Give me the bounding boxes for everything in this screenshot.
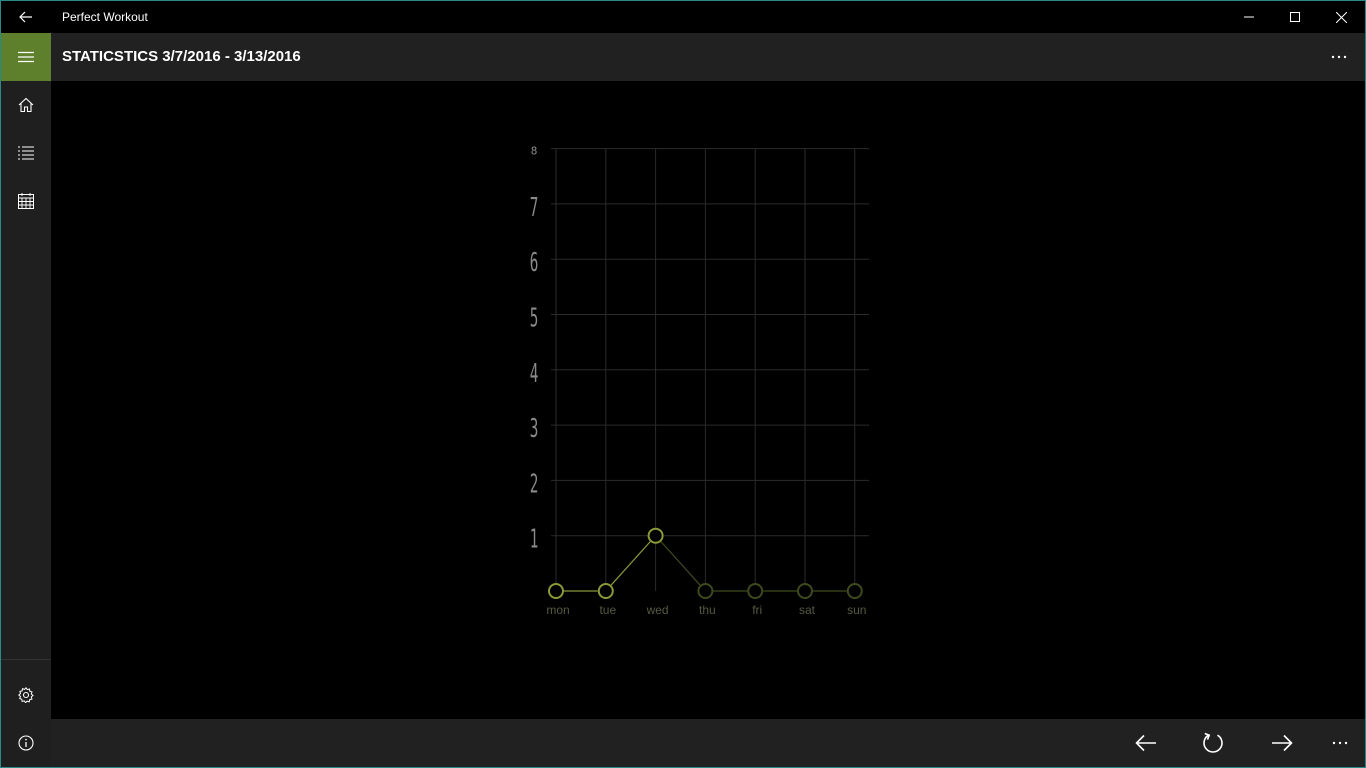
x-tick-label-mon: mon bbox=[546, 603, 569, 617]
more-icon bbox=[1331, 55, 1347, 59]
previous-week-button[interactable] bbox=[1122, 719, 1170, 767]
data-point-thu bbox=[697, 583, 714, 599]
close-button[interactable] bbox=[1318, 1, 1364, 33]
arrow-right-icon bbox=[1272, 734, 1293, 752]
data-point-wed bbox=[647, 527, 664, 544]
nav-settings-button[interactable] bbox=[1, 671, 51, 719]
bottom-more-button[interactable] bbox=[1316, 719, 1364, 767]
arrow-left-icon bbox=[1135, 734, 1156, 752]
minimize-button[interactable] bbox=[1226, 1, 1272, 33]
app-window: Perfect Workout STATICSTICS 3/7/2016 - 3… bbox=[0, 0, 1366, 768]
nav-pane bbox=[1, 33, 51, 767]
data-point-mon bbox=[548, 583, 564, 599]
arrow-left-icon bbox=[19, 11, 32, 23]
data-point-sat bbox=[797, 583, 813, 599]
home-icon bbox=[18, 97, 34, 113]
next-week-button[interactable] bbox=[1258, 719, 1306, 767]
y-tick-label: 5 bbox=[530, 303, 539, 333]
maximize-icon bbox=[1290, 12, 1300, 22]
hamburger-icon bbox=[18, 51, 34, 63]
x-tick-label-sat: sat bbox=[799, 603, 816, 617]
series-line-segment bbox=[610, 541, 651, 586]
calendar-icon bbox=[18, 193, 34, 209]
y-tick-label: 4 bbox=[530, 358, 539, 388]
y-tick-label: 7 bbox=[530, 192, 539, 222]
more-icon bbox=[1332, 741, 1348, 745]
title-bar: Perfect Workout bbox=[1, 1, 1365, 33]
page-header: STATICSTICS 3/7/2016 - 3/13/2016 bbox=[51, 33, 1365, 81]
weekly-chart: 1 2 3 4 5 6 7 8 mon tue wed thu fri sat sun bbox=[530, 145, 869, 617]
data-point-sun bbox=[846, 583, 863, 599]
page-title: STATICSTICS 3/7/2016 - 3/13/2016 bbox=[62, 48, 301, 65]
gear-icon bbox=[18, 687, 34, 703]
x-tick-label-fri: fri bbox=[752, 603, 762, 617]
series-line-segment bbox=[660, 541, 701, 586]
back-button[interactable] bbox=[1, 1, 51, 33]
content-area: 1 2 3 4 5 6 7 8 mon tue wed thu fri sat sun bbox=[51, 81, 1365, 719]
x-tick-label-sun: sun bbox=[847, 603, 866, 617]
x-tick-label-wed: wed bbox=[646, 603, 669, 617]
nav-divider bbox=[1, 659, 51, 660]
y-tick-label: 8 bbox=[531, 145, 538, 158]
nav-info-button[interactable] bbox=[1, 719, 51, 767]
nav-calendar-button[interactable] bbox=[1, 177, 51, 225]
nav-list-button[interactable] bbox=[1, 129, 51, 177]
header-more-button[interactable] bbox=[1319, 33, 1359, 81]
app-title: Perfect Workout bbox=[62, 10, 148, 24]
nav-home-button[interactable] bbox=[1, 81, 51, 129]
bottom-app-bar bbox=[51, 719, 1365, 767]
info-icon bbox=[18, 735, 34, 751]
x-tick-label-tue: tue bbox=[599, 603, 616, 617]
refresh-icon bbox=[1203, 732, 1223, 753]
maximize-button[interactable] bbox=[1272, 1, 1318, 33]
y-tick-label: 3 bbox=[530, 414, 539, 444]
hamburger-button[interactable] bbox=[1, 33, 51, 81]
data-point-tue bbox=[597, 583, 614, 599]
list-icon bbox=[18, 146, 34, 160]
refresh-button[interactable] bbox=[1189, 719, 1237, 767]
x-tick-label-thu: thu bbox=[699, 603, 716, 617]
data-point-fri bbox=[747, 583, 764, 599]
minimize-icon bbox=[1244, 16, 1254, 18]
y-tick-label: 1 bbox=[530, 524, 539, 554]
y-tick-label: 2 bbox=[530, 469, 539, 499]
close-icon bbox=[1335, 11, 1347, 23]
y-tick-label: 6 bbox=[530, 248, 539, 278]
